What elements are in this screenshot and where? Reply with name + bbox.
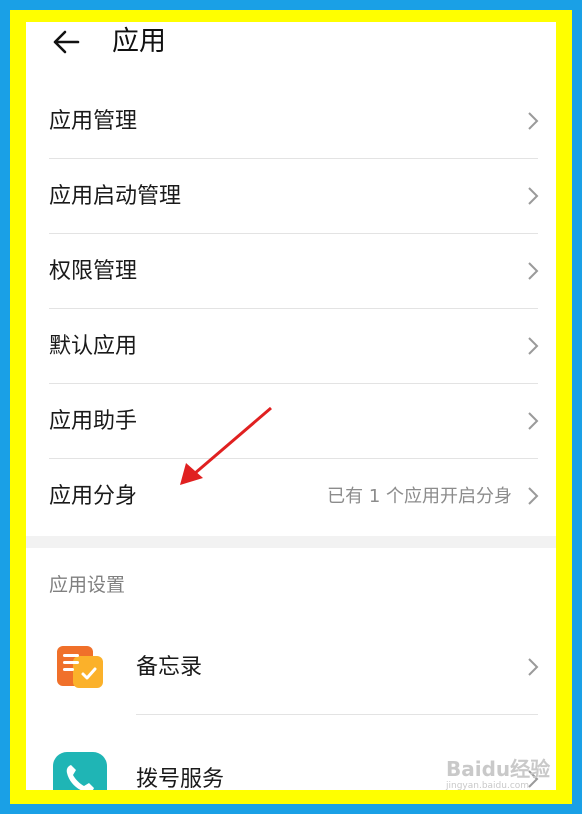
menu-item-label: 应用分身: [49, 484, 138, 509]
notes-icon: [57, 646, 103, 688]
chevron-right-icon: [528, 337, 539, 355]
back-arrow-icon[interactable]: [50, 26, 82, 58]
menu-item-app-twin[interactable]: 应用分身 已有 1 个应用开启分身: [26, 459, 556, 534]
chevron-right-icon: [528, 412, 539, 430]
menu-item-label: 默认应用: [49, 334, 138, 359]
chevron-right-icon: [528, 658, 539, 676]
section-separator: [26, 536, 556, 548]
settings-screen: 应用 应用管理 应用启动管理 权限管理 默认应用 应用助手 应用分身 已有 1 …: [26, 22, 556, 790]
page-title: 应用: [112, 26, 166, 57]
menu-item-default-apps[interactable]: 默认应用: [26, 309, 556, 384]
menu-item-app-startup-management[interactable]: 应用启动管理: [26, 159, 556, 234]
divider: [136, 714, 538, 715]
menu-item-app-assistant[interactable]: 应用助手: [26, 384, 556, 459]
app-item-notes[interactable]: 备忘录: [26, 620, 556, 715]
menu-item-label: 权限管理: [49, 259, 138, 284]
section-header: 应用设置: [49, 574, 126, 596]
chevron-right-icon: [528, 112, 539, 130]
menu-item-permission-management[interactable]: 权限管理: [26, 234, 556, 309]
app-item-label: 备忘录: [136, 655, 203, 680]
menu-item-label: 应用助手: [49, 409, 138, 434]
chevron-right-icon: [528, 262, 539, 280]
app-twin-status: 已有 1 个应用开启分身: [327, 486, 512, 507]
menu-item-label: 应用启动管理: [49, 184, 182, 209]
watermark-sub: jingyan.baidu.com: [446, 781, 530, 791]
app-item-label: 拨号服务: [136, 767, 225, 790]
watermark-main: Baidu经验: [446, 757, 551, 781]
header: 应用: [26, 22, 556, 68]
menu-item-label: 应用管理: [49, 109, 138, 134]
menu-item-app-management[interactable]: 应用管理: [26, 84, 556, 159]
chevron-right-icon: [528, 487, 539, 505]
phone-icon: [53, 752, 107, 790]
baidu-watermark: Baidu经验 jingyan.baidu.com: [446, 758, 556, 802]
chevron-right-icon: [528, 187, 539, 205]
